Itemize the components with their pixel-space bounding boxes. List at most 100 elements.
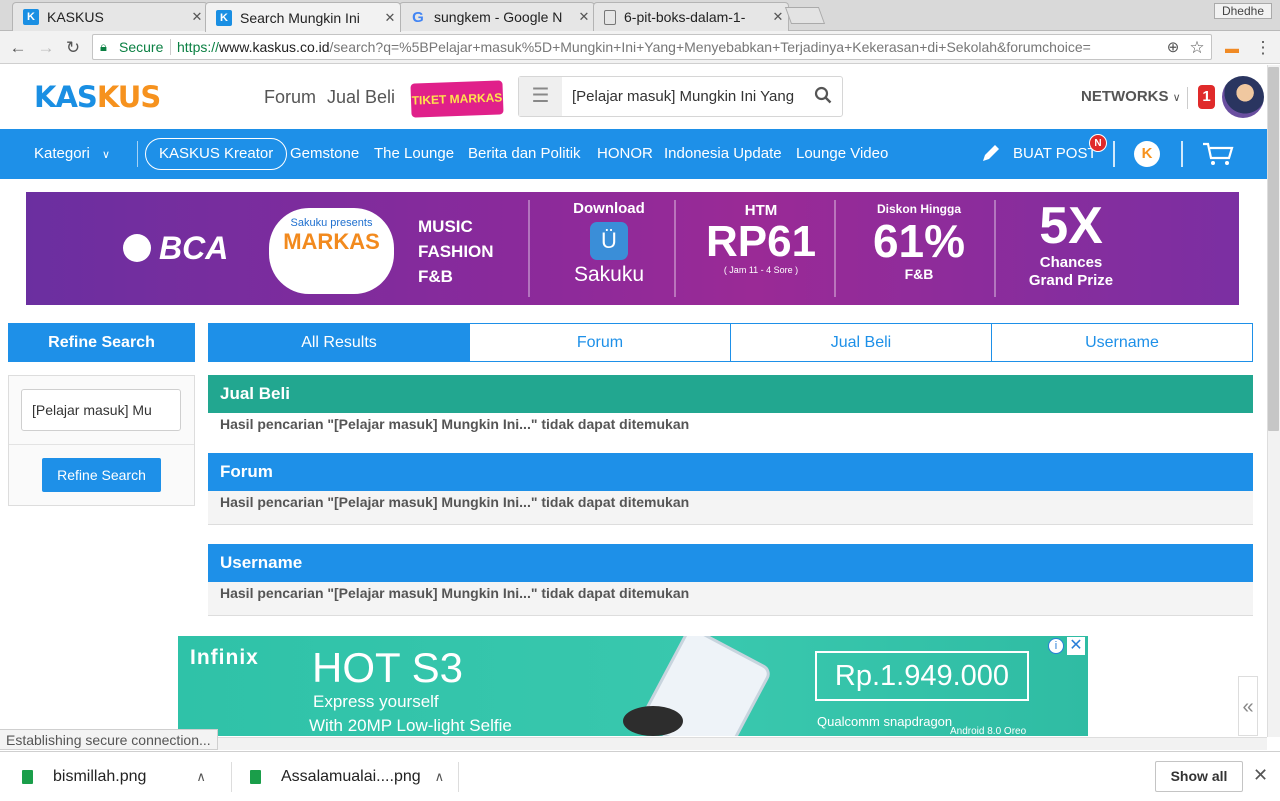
kaskus-logo[interactable]: KASKUS [34, 80, 161, 114]
fnb-label: F&B [418, 267, 453, 286]
bca-logo-text: BCA [159, 230, 229, 266]
logo-part-1: KAS [34, 80, 98, 114]
nav-divider [137, 141, 138, 167]
chevron-down-icon: ∨ [102, 149, 111, 161]
show-all-button[interactable]: Show all [1155, 761, 1243, 792]
download-item[interactable]: bismillah.png ∧ [22, 752, 206, 801]
download-sakuku: Download Ü Sakuku [564, 200, 654, 287]
tab-forum[interactable]: Forum [469, 324, 730, 361]
tab-all-results[interactable]: All Results [209, 324, 469, 361]
download-shelf: bismillah.png ∧ Assalamualai....png ∧ Sh… [0, 751, 1280, 800]
five-x: 5X [1039, 197, 1103, 255]
profile-button[interactable]: Dhedhe [1214, 3, 1272, 19]
search-icon[interactable] [814, 86, 832, 110]
nav-jual-beli[interactable]: Jual Beli [327, 87, 395, 108]
nav-honor[interactable]: HONOR [597, 145, 653, 162]
browser-tab-kaskus[interactable]: K KASKUS ✕ [12, 2, 208, 31]
notification-badge[interactable]: 1 [1198, 85, 1215, 109]
panel-divider [9, 444, 194, 445]
google-icon: G [412, 8, 424, 26]
sakuku-presents: Sakuku presents [290, 217, 373, 229]
url-path: /search?q=%5BPelajar+masuk%5D+Mungkin+In… [329, 39, 1091, 55]
tab-jual-beli[interactable]: Jual Beli [730, 324, 991, 361]
site-header: KASKUS Forum Jual Beli TIKET MARKAS ☰ [P… [0, 65, 1267, 129]
tab-username[interactable]: Username [991, 324, 1252, 361]
networks-dropdown[interactable]: NETWORKS ∨ [1081, 88, 1181, 105]
back-arrow-icon[interactable]: ← [7, 37, 29, 59]
fashion-label: FASHION [418, 242, 494, 261]
bca-logo-icon [123, 234, 151, 262]
htm-value: RP61 [706, 217, 817, 266]
zoom-icon[interactable]: ⊕ [1162, 37, 1184, 59]
browser-tab-google[interactable]: G sungkem - Google N ✕ [399, 2, 595, 31]
browser-tab-search[interactable]: K Search Mungkin Ini ✕ [205, 2, 401, 32]
bookmark-star-icon[interactable]: ☆ [1186, 37, 1208, 59]
ad-tagline: Express yourself [313, 692, 439, 711]
download-filename: Assalamualai....png [281, 767, 421, 785]
ad-info-icon[interactable]: i [1048, 638, 1064, 654]
buat-post-button[interactable]: BUAT POST [1013, 145, 1097, 162]
diskon-label: Diskon Hingga [876, 202, 961, 216]
download-filename: bismillah.png [53, 767, 147, 785]
nav-forum[interactable]: Forum [264, 87, 316, 108]
banner-divider [834, 200, 836, 297]
browser-tab-strip: K KASKUS ✕ K Search Mungkin Ini ✕ G sung… [0, 0, 1280, 32]
cookie-image [623, 706, 683, 736]
infinix-ad[interactable]: Infinix HOT S3 Express yourself With 20M… [178, 636, 1088, 736]
nav-lounge-video[interactable]: Lounge Video [796, 145, 888, 162]
address-bar[interactable]: 🔒︎ Secure https://www.kaskus.co.id/searc… [92, 34, 1212, 60]
refine-search-input[interactable]: [Pelajar masuk] Mu [21, 389, 181, 431]
ad-chip: Qualcomm snapdragon [817, 714, 953, 729]
browser-toolbar: ← → ↻ 🔒︎ Secure https://www.kaskus.co.id… [0, 31, 1280, 64]
nav-gemstone[interactable]: Gemstone [290, 145, 359, 162]
nav-divider [1113, 141, 1115, 167]
kaskus-kreator-button[interactable]: KASKUS Kreator [145, 138, 288, 170]
forward-arrow-icon[interactable]: → [35, 37, 57, 59]
close-tab-icon[interactable]: ✕ [187, 9, 207, 25]
close-icon[interactable]: ✕ [1253, 765, 1268, 786]
avatar[interactable] [1222, 76, 1264, 118]
close-tab-icon[interactable]: ✕ [768, 9, 788, 25]
diskon-value: 61% [872, 215, 966, 267]
refine-search-button[interactable]: Refine Search [42, 458, 161, 492]
chevron-up-icon[interactable]: ∧ [435, 769, 445, 785]
search-input[interactable]: [Pelajar masuk] Mungkin Ini Yang [572, 88, 797, 105]
chevron-up-icon[interactable]: ∧ [196, 769, 206, 785]
cart-icon[interactable] [1202, 142, 1234, 170]
kategori-dropdown[interactable]: Kategori ∨ [34, 145, 110, 162]
header-divider [1187, 87, 1188, 109]
chrome-menu-icon[interactable]: ⋮ [1252, 37, 1274, 59]
image-file-icon [250, 769, 261, 784]
secure-label: Secure [119, 39, 164, 55]
vertical-scrollbar-thumb[interactable] [1268, 67, 1279, 431]
section-forum-message: Hasil pencarian "[Pelajar masuk] Mungkin… [208, 491, 1253, 525]
logo-part-2: KUS [96, 80, 161, 114]
pencil-icon [980, 142, 1002, 168]
new-tab-button[interactable] [784, 7, 826, 24]
chat-icon[interactable]: K [1134, 141, 1160, 167]
ad-brand: Infinix [190, 646, 259, 669]
ad-close-icon[interactable]: ✕ [1067, 637, 1085, 655]
banner-divider [994, 200, 996, 297]
hamburger-menu-icon[interactable]: ☰ [519, 77, 562, 116]
reload-icon[interactable]: ↻ [62, 37, 84, 59]
section-jual-beli-message: Hasil pencarian "[Pelajar masuk] Mungkin… [208, 413, 1253, 441]
browser-tab-page[interactable]: 6-pit-boks-dalam-1- ✕ [593, 2, 789, 31]
diskon-fnb: F&B [904, 266, 934, 282]
collapse-panel-icon[interactable]: « [1238, 676, 1258, 736]
nav-berita-dan-politik[interactable]: Berita dan Politik [468, 145, 581, 162]
close-tab-icon[interactable]: ✕ [574, 9, 594, 25]
tiket-markas-button[interactable]: TIKET MARKAS [410, 80, 504, 118]
promo-banner[interactable]: BCA Sakuku presents MARKAS MUSIC FASHION… [26, 192, 1239, 305]
extension-icon[interactable]: ▬ [1221, 37, 1243, 59]
download-item[interactable]: Assalamualai....png ∧ [250, 752, 444, 801]
chevron-down-icon: ∨ [1172, 92, 1181, 104]
shelf-divider [231, 762, 232, 792]
nav-the-lounge[interactable]: The Lounge [374, 145, 454, 162]
ad-price: Rp.1.949.000 [815, 651, 1029, 701]
image-file-icon [22, 769, 33, 784]
nav-indonesia-update[interactable]: Indonesia Update [664, 145, 782, 162]
close-tab-icon[interactable]: ✕ [380, 10, 400, 26]
url-text: https://www.kaskus.co.id/search?q=%5BPel… [177, 35, 1091, 59]
grand-prize-label: Grand Prize [1028, 272, 1114, 289]
